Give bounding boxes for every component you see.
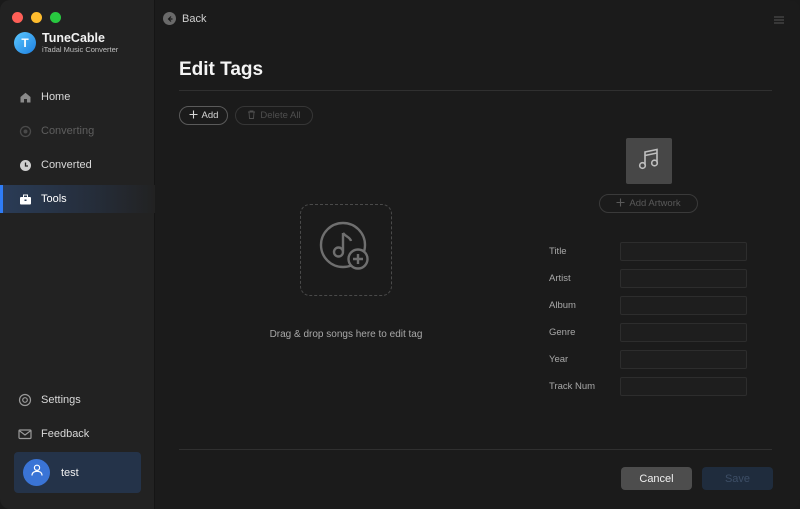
back-arrow-icon <box>163 12 176 25</box>
title-divider <box>179 90 772 91</box>
track-num-field[interactable] <box>620 377 747 396</box>
tunecable-logo: T <box>14 32 36 54</box>
sidebar-item-label: Tools <box>41 193 67 205</box>
sidebar-item-settings[interactable]: Settings <box>0 386 155 414</box>
minimize-window-button[interactable] <box>31 12 42 23</box>
brand: T TuneCable iTadal Music Converter <box>14 31 119 55</box>
add-label: Add <box>201 110 219 121</box>
sidebar-item-tools[interactable]: Tools <box>0 185 155 213</box>
music-add-icon <box>317 219 375 282</box>
mail-icon <box>18 427 32 441</box>
field-row-album: Album <box>549 295 747 316</box>
sidebar-item-label: Converted <box>41 159 92 171</box>
back-label: Back <box>182 12 207 25</box>
field-label: Album <box>549 300 576 311</box>
page-title: Edit Tags <box>179 59 264 80</box>
field-row-title: Title <box>549 241 747 262</box>
close-window-button[interactable] <box>12 12 23 23</box>
music-note-icon <box>636 146 662 177</box>
user-account-card[interactable]: test <box>14 452 141 493</box>
add-artwork-label: Add Artwork <box>629 198 681 209</box>
avatar <box>23 459 50 486</box>
sidebar-nav: Home Converting Converted Tools <box>0 83 155 219</box>
sidebar-item-label: Home <box>41 91 71 103</box>
sidebar: T TuneCable iTadal Music Converter Home … <box>0 0 155 509</box>
field-label: Track Num <box>549 381 596 392</box>
artwork-placeholder <box>626 138 672 184</box>
app-window: T TuneCable iTadal Music Converter Home … <box>0 0 800 509</box>
user-icon <box>30 463 44 482</box>
artist-field[interactable] <box>620 269 747 288</box>
sidebar-item-converted[interactable]: Converted <box>0 151 155 179</box>
add-artwork-button[interactable]: Add Artwork <box>599 194 698 213</box>
converting-icon <box>18 124 32 138</box>
field-label: Year <box>549 354 569 365</box>
main-panel: Back Edit Tags Add Delete All Drag & dro… <box>155 0 800 509</box>
field-row-year: Year <box>549 349 747 370</box>
sidebar-item-label: Feedback <box>41 428 90 440</box>
app-subtitle: iTadal Music Converter <box>42 45 119 55</box>
field-label: Genre <box>549 327 576 338</box>
user-name: test <box>61 466 79 479</box>
delete-all-label: Delete All <box>260 110 301 121</box>
plus-icon <box>189 110 198 122</box>
delete-all-button[interactable]: Delete All <box>235 106 313 125</box>
app-name: TuneCable <box>42 31 105 45</box>
footer-divider <box>179 449 772 450</box>
cancel-button[interactable]: Cancel <box>621 467 692 490</box>
save-button[interactable]: Save <box>702 467 773 490</box>
window-controls <box>12 12 61 23</box>
genre-field[interactable] <box>620 323 747 342</box>
zoom-window-button[interactable] <box>50 12 61 23</box>
menu-icon[interactable] <box>774 12 784 24</box>
sidebar-item-feedback[interactable]: Feedback <box>0 420 155 448</box>
back-button[interactable]: Back <box>163 12 206 25</box>
plus-icon <box>616 198 625 210</box>
sidebar-item-label: Converting <box>41 125 95 137</box>
sidebar-bottom-nav: Settings Feedback <box>0 386 155 454</box>
settings-icon <box>18 393 32 407</box>
year-field[interactable] <box>620 350 747 369</box>
field-row-track-num: Track Num <box>549 376 747 397</box>
title-field[interactable] <box>620 242 747 261</box>
tag-fields: Title Artist Album Genre Year Track Num <box>549 241 747 403</box>
field-label: Title <box>549 246 567 257</box>
field-row-genre: Genre <box>549 322 747 343</box>
home-icon <box>18 90 32 104</box>
sidebar-item-home[interactable]: Home <box>0 83 155 111</box>
add-button[interactable]: Add <box>179 106 228 125</box>
field-row-artist: Artist <box>549 268 747 289</box>
album-field[interactable] <box>620 296 747 315</box>
drop-hint-text: Drag & drop songs here to edit tag <box>269 329 423 340</box>
trash-icon <box>247 110 256 122</box>
clock-icon <box>18 158 32 172</box>
toolbox-icon <box>18 192 32 206</box>
sidebar-item-converting[interactable]: Converting <box>0 117 155 145</box>
field-label: Artist <box>549 273 571 284</box>
sidebar-item-label: Settings <box>41 394 81 406</box>
drop-zone[interactable] <box>300 204 392 296</box>
